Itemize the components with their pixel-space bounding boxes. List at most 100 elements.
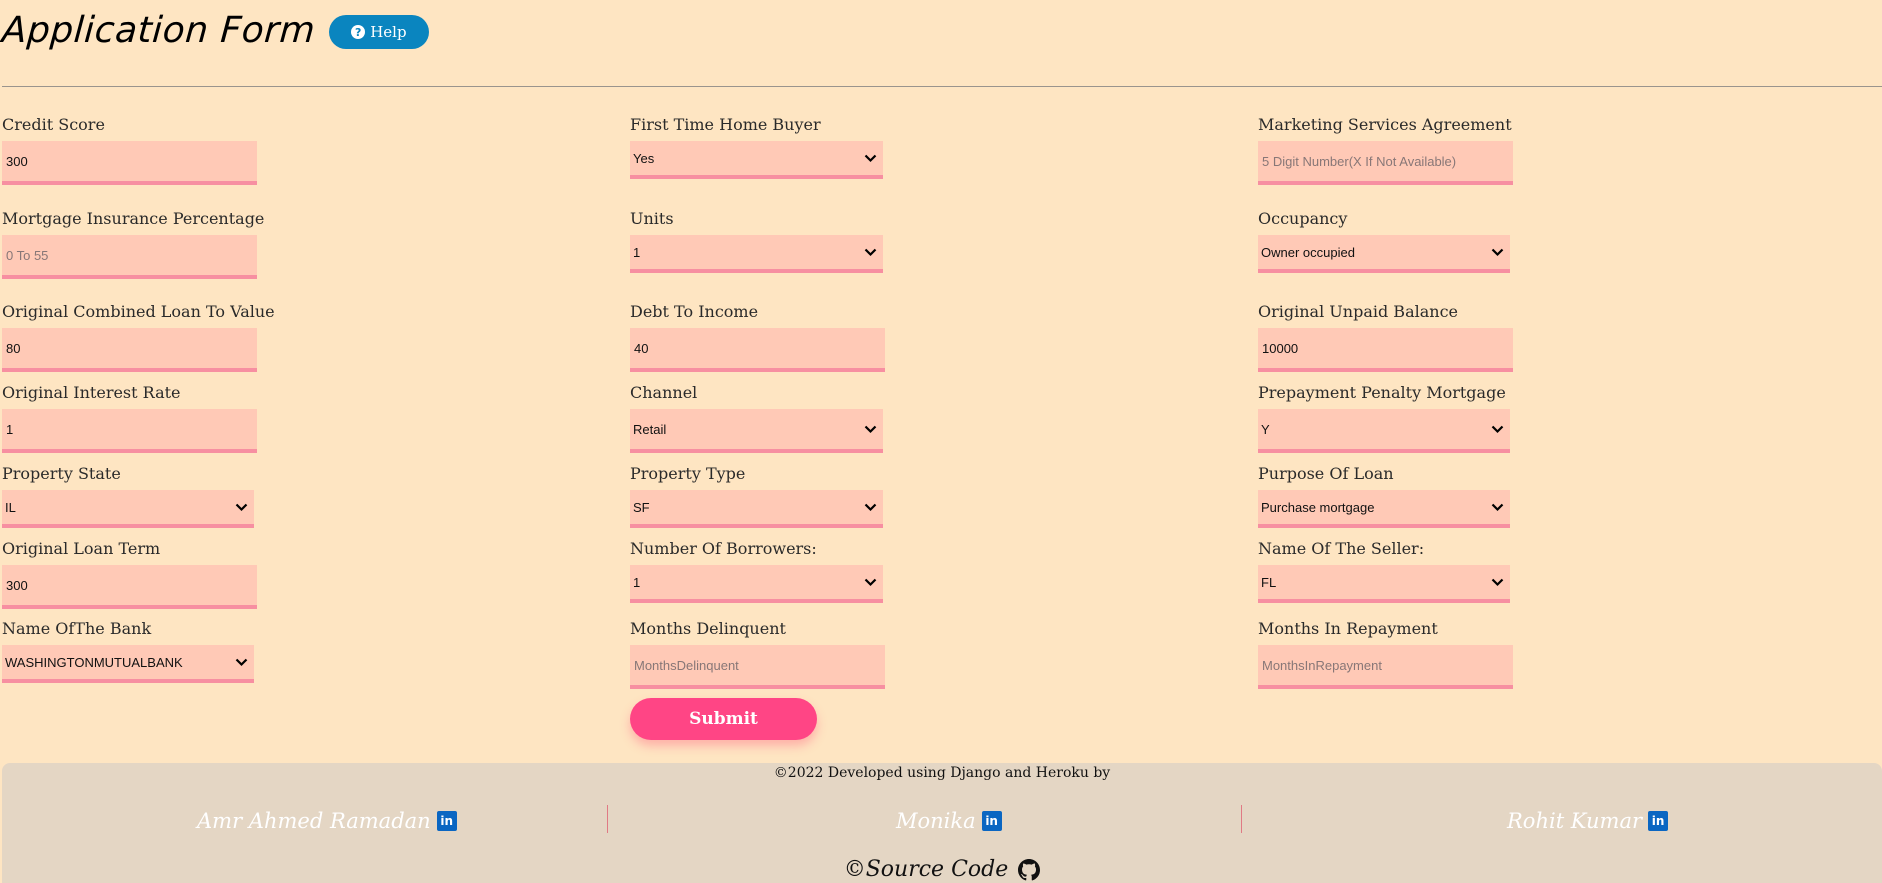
name-of-bank-select[interactable]: WASHINGTONMUTUALBANK (2, 645, 254, 683)
original-cltv-field: Original Combined Loan To Value (2, 300, 275, 372)
name-of-seller-field: Name Of The Seller: FL (1258, 537, 1510, 603)
original-loan-term-input[interactable] (2, 565, 257, 609)
chevron-down-icon (861, 573, 879, 591)
debt-to-income-field: Debt To Income (630, 300, 885, 372)
author-monika: Monika in (896, 803, 1002, 839)
name-of-seller-value: FL (1261, 574, 1277, 590)
author-rohit: Rohit Kumar in (1507, 803, 1669, 839)
property-state-select[interactable]: IL (2, 490, 254, 528)
application-form: Credit Score First Time Home Buyer Yes M… (0, 0, 1882, 760)
chevron-down-icon (1488, 420, 1506, 438)
channel-label: Channel (630, 383, 698, 402)
first-time-home-buyer-value: Yes (633, 150, 655, 166)
footer-developed-text: ©2022 Developed using Django and Heroku … (773, 765, 1111, 781)
debt-to-income-input[interactable] (630, 328, 885, 372)
channel-value: Retail (633, 421, 667, 437)
months-in-repayment-field: Months In Repayment (1258, 617, 1513, 689)
channel-field: Channel Retail (630, 381, 883, 453)
occupancy-label: Occupancy (1258, 209, 1348, 228)
author-amr: Amr Ahmed Ramadan in (197, 803, 457, 839)
credit-score-field: Credit Score (2, 113, 257, 185)
github-icon (1018, 858, 1041, 880)
chevron-down-icon (861, 498, 879, 516)
debt-to-income-label: Debt To Income (630, 302, 759, 321)
original-interest-rate-label: Original Interest Rate (2, 383, 181, 402)
units-select[interactable]: 1 (630, 235, 883, 273)
units-label: Units (630, 209, 674, 228)
credit-score-input[interactable] (2, 141, 257, 185)
marketing-services-agreement-field: Marketing Services Agreement (1258, 113, 1513, 185)
first-time-home-buyer-select[interactable]: Yes (630, 141, 883, 179)
original-cltv-label: Original Combined Loan To Value (2, 302, 275, 321)
author-name: Rohit Kumar (1507, 809, 1643, 833)
chevron-down-icon (1488, 498, 1506, 516)
chevron-down-icon (232, 653, 250, 671)
name-of-bank-label: Name OfThe Bank (2, 619, 152, 638)
original-loan-term-field: Original Loan Term (2, 537, 257, 609)
original-unpaid-balance-field: Original Unpaid Balance (1258, 300, 1513, 372)
footer-separator (1241, 805, 1242, 833)
number-of-borrowers-field: Number Of Borrowers: 1 (630, 537, 883, 603)
original-cltv-input[interactable] (2, 328, 257, 372)
months-in-repayment-label: Months In Repayment (1258, 619, 1438, 638)
chevron-down-icon (1488, 573, 1506, 591)
original-unpaid-balance-input[interactable] (1258, 328, 1513, 372)
first-time-home-buyer-label: First Time Home Buyer (630, 115, 821, 134)
units-value: 1 (633, 244, 641, 260)
submit-button[interactable]: Submit (630, 698, 817, 740)
months-delinquent-field: Months Delinquent (630, 617, 885, 689)
name-of-seller-select[interactable]: FL (1258, 565, 1510, 603)
number-of-borrowers-label: Number Of Borrowers: (630, 539, 817, 558)
name-of-seller-label: Name Of The Seller: (1258, 539, 1425, 558)
footer-separator (607, 805, 608, 833)
author-name: Monika (896, 809, 976, 833)
occupancy-value: Owner occupied (1261, 244, 1355, 260)
author-name: Amr Ahmed Ramadan (197, 809, 431, 833)
number-of-borrowers-select[interactable]: 1 (630, 565, 883, 603)
property-state-label: Property State (2, 464, 121, 483)
name-of-bank-field: Name OfThe Bank WASHINGTONMUTUALBANK (2, 617, 254, 683)
chevron-down-icon (861, 420, 879, 438)
chevron-down-icon (861, 149, 879, 167)
prepayment-penalty-mortgage-field: Prepayment Penalty Mortgage Y (1258, 381, 1510, 453)
months-delinquent-input[interactable] (630, 645, 885, 689)
property-state-field: Property State IL (2, 462, 254, 528)
original-interest-rate-input[interactable] (2, 409, 257, 453)
property-type-label: Property Type (630, 464, 746, 483)
mortgage-insurance-percentage-input[interactable] (2, 235, 257, 279)
prepayment-penalty-mortgage-label: Prepayment Penalty Mortgage (1258, 383, 1506, 402)
occupancy-select[interactable]: Owner occupied (1258, 235, 1510, 273)
units-field: Units 1 (630, 207, 883, 273)
property-type-value: SF (633, 499, 650, 515)
purpose-of-loan-value: Purchase mortgage (1261, 499, 1375, 515)
chevron-down-icon (1488, 243, 1506, 261)
source-code-label: ©Source Code (843, 857, 1009, 882)
marketing-services-agreement-input[interactable] (1258, 141, 1513, 185)
original-unpaid-balance-label: Original Unpaid Balance (1258, 302, 1458, 321)
first-time-home-buyer-field: First Time Home Buyer Yes (630, 113, 883, 179)
number-of-borrowers-value: 1 (633, 574, 641, 590)
channel-select[interactable]: Retail (630, 409, 883, 453)
prepayment-penalty-mortgage-value: Y (1261, 421, 1270, 437)
credit-score-label: Credit Score (2, 115, 105, 134)
original-interest-rate-field: Original Interest Rate (2, 381, 257, 453)
prepayment-penalty-mortgage-select[interactable]: Y (1258, 409, 1510, 453)
chevron-down-icon (232, 498, 250, 516)
linkedin-icon[interactable]: in (1648, 811, 1669, 831)
property-state-value: IL (5, 499, 16, 515)
months-in-repayment-input[interactable] (1258, 645, 1513, 689)
linkedin-icon[interactable]: in (981, 811, 1002, 831)
name-of-bank-value: WASHINGTONMUTUALBANK (5, 654, 183, 670)
footer: ©2022 Developed using Django and Heroku … (2, 763, 1882, 883)
source-code-link[interactable]: ©Source Code (2, 857, 1882, 882)
months-delinquent-label: Months Delinquent (630, 619, 786, 638)
mortgage-insurance-percentage-label: Mortgage Insurance Percentage (2, 209, 265, 228)
occupancy-field: Occupancy Owner occupied (1258, 207, 1510, 273)
purpose-of-loan-label: Purpose Of Loan (1258, 464, 1394, 483)
marketing-services-agreement-label: Marketing Services Agreement (1258, 115, 1512, 134)
purpose-of-loan-select[interactable]: Purchase mortgage (1258, 490, 1510, 528)
chevron-down-icon (861, 243, 879, 261)
original-loan-term-label: Original Loan Term (2, 539, 161, 558)
linkedin-icon[interactable]: in (436, 811, 457, 831)
property-type-select[interactable]: SF (630, 490, 883, 528)
